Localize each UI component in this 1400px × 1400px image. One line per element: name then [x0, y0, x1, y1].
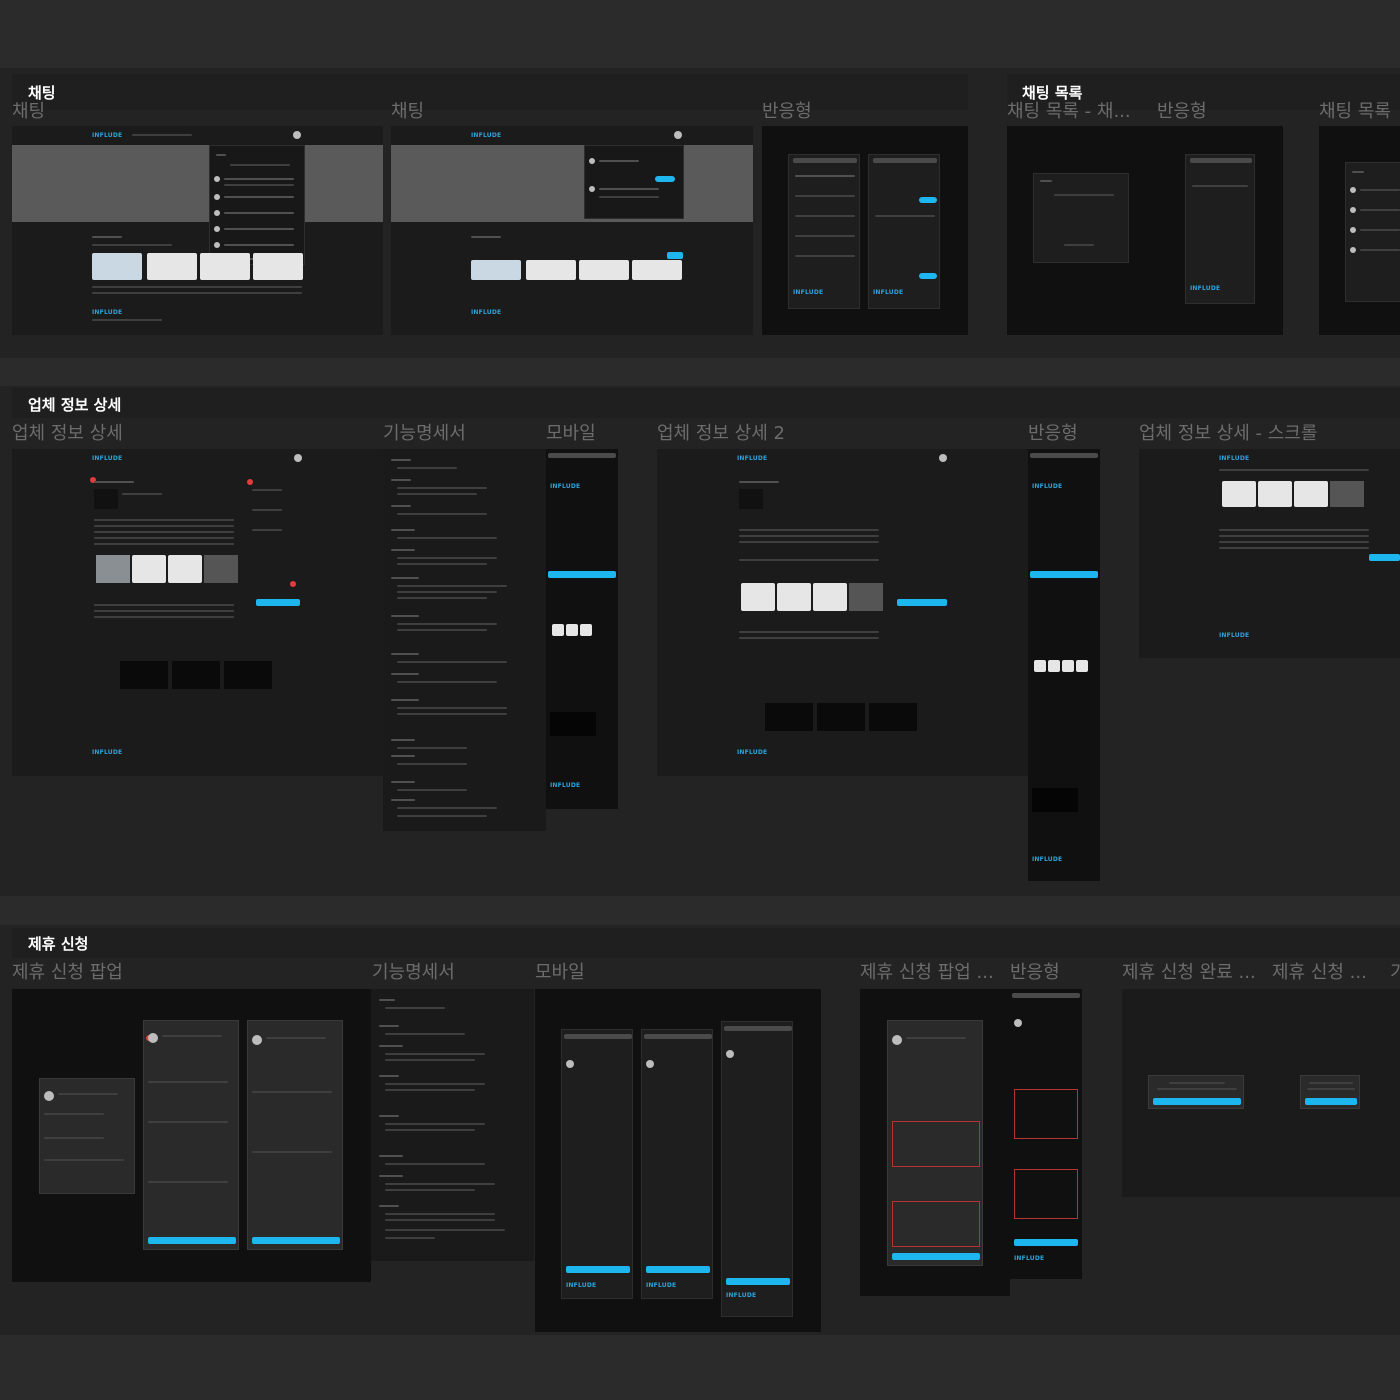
frame-label-chat-responsive[interactable]: 반응형: [762, 97, 812, 123]
validation-highlight: [892, 1121, 980, 1167]
frame-label-partnership-popup[interactable]: 제휴 신청 팝업: [12, 958, 123, 984]
partnership-spec-frame: [371, 989, 534, 1261]
frame-label-chat-list-2[interactable]: 채팅 목록: [1319, 97, 1391, 123]
complete-modal-2: [1300, 1075, 1360, 1109]
frame-label-chat-list-1[interactable]: 채팅 목록 - 채...: [1007, 97, 1131, 123]
validation-highlight: [892, 1201, 980, 1247]
partnership-popup-frame: [12, 989, 371, 1282]
frame-label-partnership-4[interactable]: 기: [1390, 958, 1400, 984]
frame-label-partnership-mobile[interactable]: 모바일: [535, 958, 585, 984]
partnership-modal-2: [143, 1020, 239, 1250]
frame-label-company-mobile[interactable]: 모바일: [546, 419, 596, 445]
submit-button[interactable]: [148, 1237, 236, 1244]
frame-label-company-detail[interactable]: 업체 정보 상세: [12, 419, 123, 445]
chat-list-frame-2: [1319, 126, 1400, 335]
frame-label-company-scroll[interactable]: 업체 정보 상세 - 스크롤: [1139, 419, 1317, 445]
frame-label-company-spec[interactable]: 기능명세서: [383, 419, 466, 445]
chat-desktop-frame-2: INFLUDE INFLUDE: [391, 126, 753, 335]
chat-responsive-frame: INFLUDE INFLUDE: [762, 126, 968, 335]
frame-label-chat-1[interactable]: 채팅: [12, 97, 45, 123]
avatar-icon[interactable]: [293, 131, 301, 139]
frame-label-company-detail-2[interactable]: 업체 정보 상세 2: [657, 419, 785, 445]
frame-label-chat-2[interactable]: 채팅: [391, 97, 424, 123]
frame-label-partnership-3[interactable]: 제휴 신청 ...: [1272, 958, 1367, 984]
section-title-company-detail: 업체 정보 상세: [28, 396, 122, 414]
confirm-button[interactable]: [1305, 1098, 1357, 1105]
company-spec-frame: [383, 449, 546, 831]
chat-list-frame-1: INFLUDE: [1007, 126, 1283, 335]
complete-modal-1: [1148, 1075, 1244, 1109]
section-header-chat: [12, 74, 968, 110]
chat-conversation-panel: [584, 145, 684, 219]
chat-panel: [209, 145, 305, 265]
frame-label-partnership-spec[interactable]: 기능명세서: [372, 958, 455, 984]
chat-desktop-frame-1: INFLUDE INFLUDE: [12, 126, 383, 335]
partnership-modal-3: [247, 1020, 343, 1250]
submit-button[interactable]: [252, 1237, 340, 1244]
partnership-popup-2-frame: [860, 989, 1010, 1296]
confirm-button[interactable]: [1153, 1098, 1241, 1105]
company-mobile-frame: INFLUDE INFLUDE: [546, 449, 618, 809]
submit-button[interactable]: [892, 1253, 980, 1260]
logo: INFLUDE: [92, 132, 123, 139]
partnership-responsive-frame: INFLUDE: [1010, 989, 1082, 1279]
company-responsive-frame: INFLUDE INFLUDE: [1028, 449, 1100, 881]
partnership-complete-frame: [1122, 989, 1400, 1197]
section-title-partnership: 제휴 신청: [28, 935, 89, 953]
company-detail-frame: INFLUDE INFLUDE: [12, 449, 383, 776]
dim-overlay: [12, 145, 383, 222]
frame-label-partnership-popup-2[interactable]: 제휴 신청 팝업 ...: [860, 958, 994, 984]
partnership-modal-1: [39, 1078, 135, 1194]
frame-label-partnership-responsive[interactable]: 반응형: [1010, 958, 1060, 984]
apply-button[interactable]: [897, 599, 947, 606]
frame-label-company-responsive[interactable]: 반응형: [1028, 419, 1078, 445]
company-scroll-frame: INFLUDE INFLUDE: [1139, 449, 1400, 658]
frame-label-partnership-complete[interactable]: 제휴 신청 완료 ...: [1122, 958, 1256, 984]
avatar-icon[interactable]: [294, 454, 302, 462]
partnership-mobile-frame: INFLUDE INFLUDE INFLUDE: [535, 989, 821, 1332]
company-detail-2-frame: INFLUDE INFLUDE: [657, 449, 1028, 776]
apply-button[interactable]: [256, 599, 300, 606]
frame-label-chat-list-responsive[interactable]: 반응형: [1157, 97, 1207, 123]
